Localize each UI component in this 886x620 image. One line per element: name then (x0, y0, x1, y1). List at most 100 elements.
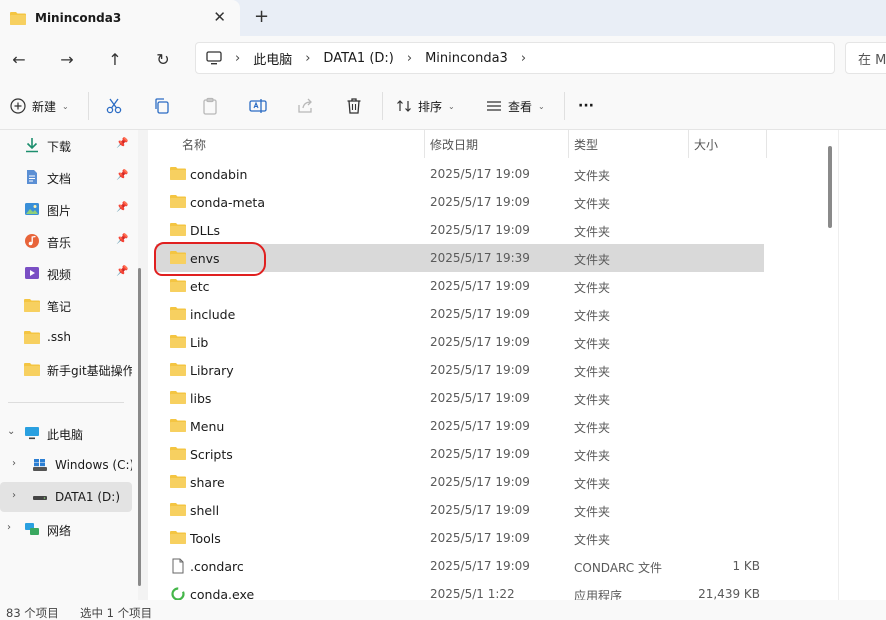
refresh-icon[interactable]: ↻ (152, 48, 174, 70)
pin-icon[interactable]: 📌 (116, 138, 128, 149)
table-row[interactable]: Tools 2025/5/17 19:09 文件夹 (156, 524, 764, 552)
sidebar-item-music[interactable]: 音乐 📌 (0, 226, 132, 256)
table-row[interactable]: etc 2025/5/17 19:09 文件夹 (156, 272, 764, 300)
column-divider[interactable] (766, 130, 767, 158)
copy-button[interactable] (152, 94, 172, 118)
folder-icon (170, 166, 186, 182)
file-size: 1 KB (732, 559, 760, 573)
column-header-name[interactable]: 名称 (182, 130, 206, 158)
file-type: 文件夹 (574, 449, 611, 463)
file-date: 2025/5/17 19:09 (430, 419, 530, 433)
table-row[interactable]: .condarc 2025/5/17 19:09 CONDARC 文件 1 KB (156, 552, 764, 580)
cut-button[interactable] (104, 94, 124, 118)
table-row[interactable]: Menu 2025/5/17 19:09 文件夹 (156, 412, 764, 440)
column-divider[interactable] (568, 130, 569, 158)
file-type: 文件夹 (574, 533, 611, 547)
sidebar-item-label: 网络 (47, 524, 72, 538)
paste-button[interactable] (200, 94, 220, 118)
chevron-down-icon: ⌄ (62, 101, 69, 111)
file-type: 文件夹 (574, 505, 611, 519)
forward-arrow-icon[interactable]: → (56, 48, 78, 70)
rename-button[interactable] (248, 94, 268, 118)
pin-icon[interactable]: 📌 (116, 202, 128, 213)
file-name: condabin (190, 167, 248, 182)
file-name: Lib (190, 335, 209, 350)
share-button[interactable] (296, 94, 316, 118)
table-row[interactable]: DLLs 2025/5/17 19:09 文件夹 (156, 216, 764, 244)
more-options-button[interactable]: ··· (578, 94, 594, 118)
sort-button[interactable]: 排序 ⌄ (396, 94, 455, 118)
sidebar-item-documents[interactable]: 文档 📌 (0, 162, 132, 192)
divider (88, 92, 89, 120)
sidebar-item-notes[interactable]: 笔记 (0, 290, 132, 320)
column-divider[interactable] (688, 130, 689, 158)
tab-mininconda3[interactable]: Mininconda3 ✕ (0, 0, 240, 36)
table-row[interactable]: include 2025/5/17 19:09 文件夹 (156, 300, 764, 328)
sort-ascending-icon: ^ (294, 130, 302, 137)
close-icon[interactable]: ✕ (213, 9, 226, 25)
new-tab-button[interactable]: + (254, 8, 269, 26)
pin-icon[interactable]: 📌 (116, 266, 128, 277)
table-row[interactable]: conda-meta 2025/5/17 19:09 文件夹 (156, 188, 764, 216)
address-bar[interactable]: › 此电脑 › DATA1 (D:) › Mininconda3 › (195, 42, 835, 74)
view-button[interactable]: 查看 ⌄ (486, 94, 545, 118)
file-list-scrollbar[interactable] (828, 146, 832, 228)
chevron-right-icon: › (520, 50, 527, 66)
sidebar-item-downloads[interactable]: 下载 📌 (0, 130, 132, 160)
file-name: Tools (190, 531, 221, 546)
pin-icon[interactable]: 📌 (116, 234, 128, 245)
sidebar-item-ssh[interactable]: .ssh (0, 322, 132, 352)
table-row[interactable]: condabin 2025/5/17 19:09 文件夹 (156, 160, 764, 188)
column-divider[interactable] (424, 130, 425, 158)
sidebar-item-label: 音乐 (47, 236, 72, 250)
file-date: 2025/5/17 19:09 (430, 363, 530, 377)
chevron-right-icon[interactable]: › (12, 490, 16, 501)
pin-icon[interactable]: 📌 (116, 170, 128, 181)
sidebar-item-git-basics[interactable]: 新手git基础操作 (0, 354, 132, 384)
rename-icon (249, 99, 267, 113)
table-row[interactable]: conda.exe 2025/5/1 1:22 应用程序 21,439 KB (156, 580, 764, 600)
table-row[interactable]: share 2025/5/17 19:09 文件夹 (156, 468, 764, 496)
chevron-down-icon: ⌄ (448, 101, 455, 111)
view-list-icon (487, 101, 501, 111)
table-row[interactable]: Library 2025/5/17 19:09 文件夹 (156, 356, 764, 384)
column-header-type[interactable]: 类型 (574, 130, 598, 158)
sidebar-item-drive-c[interactable]: › Windows (C:) (0, 450, 132, 480)
folder-icon (170, 362, 186, 378)
back-arrow-icon[interactable]: ← (8, 48, 30, 70)
chevron-right-icon[interactable]: › (7, 522, 11, 533)
sidebar-scrollbar[interactable] (138, 268, 141, 586)
up-arrow-icon[interactable]: ↑ (104, 48, 126, 70)
application-icon (170, 586, 186, 600)
breadcrumb-folder[interactable]: Mininconda3 (425, 51, 508, 66)
table-row[interactable]: libs 2025/5/17 19:09 文件夹 (156, 384, 764, 412)
file-type: 文件夹 (574, 169, 611, 183)
table-row[interactable]: Lib 2025/5/17 19:09 文件夹 (156, 328, 764, 356)
file-date: 2025/5/17 19:09 (430, 447, 530, 461)
sidebar-item-drive-d[interactable]: › DATA1 (D:) (0, 482, 132, 512)
file-type: 文件夹 (574, 477, 611, 491)
video-icon (25, 267, 39, 279)
breadcrumb-drive[interactable]: DATA1 (D:) (323, 51, 393, 66)
table-row[interactable]: Scripts 2025/5/17 19:09 文件夹 (156, 440, 764, 468)
file-name: conda-meta (190, 195, 265, 210)
sidebar-item-label: 图片 (47, 204, 72, 218)
file-date: 2025/5/17 19:09 (430, 335, 530, 349)
column-header-date[interactable]: 修改日期 (430, 130, 478, 158)
column-header-size[interactable]: 大小 (694, 130, 718, 158)
breadcrumb-this-pc[interactable]: 此电脑 (253, 49, 292, 68)
file-type: 文件夹 (574, 253, 611, 267)
copy-icon (155, 98, 169, 114)
search-input[interactable]: 在 M (845, 42, 886, 74)
sidebar-item-network[interactable]: › 网络 (0, 514, 132, 544)
folder-icon (170, 474, 186, 490)
delete-button[interactable] (344, 94, 364, 118)
chevron-down-icon[interactable]: ⌄ (7, 426, 15, 437)
status-bar: 83 个项目 选中 1 个项目 (0, 600, 886, 620)
sidebar-item-pictures[interactable]: 图片 📌 (0, 194, 132, 224)
new-button[interactable]: 新建 ⌄ (10, 94, 69, 118)
table-row[interactable]: shell 2025/5/17 19:09 文件夹 (156, 496, 764, 524)
sidebar-item-videos[interactable]: 视频 📌 (0, 258, 132, 288)
sidebar-item-this-pc[interactable]: ⌄ 此电脑 (0, 418, 132, 448)
chevron-right-icon[interactable]: › (12, 458, 16, 469)
